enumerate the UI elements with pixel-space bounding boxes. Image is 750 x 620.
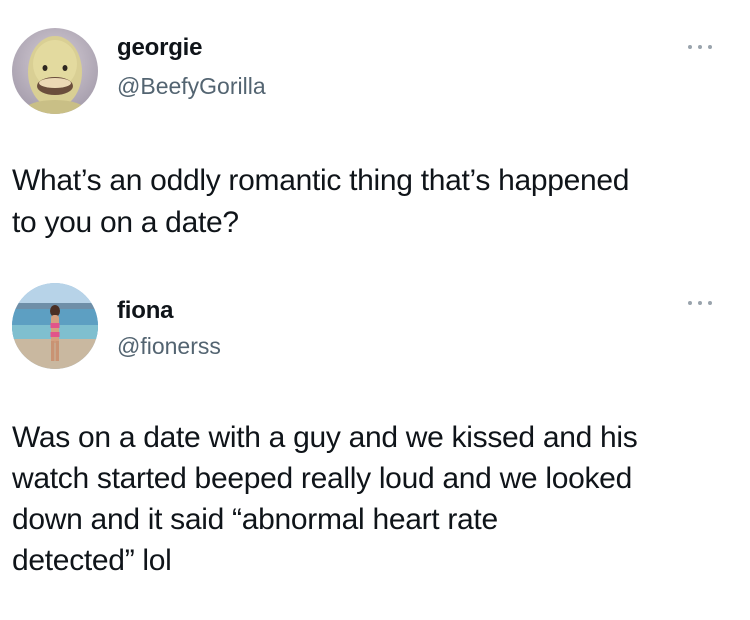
display-name[interactable]: georgie xyxy=(117,34,202,62)
more-dot xyxy=(688,301,692,305)
more-dot xyxy=(698,301,702,305)
avatar-image xyxy=(12,283,98,369)
tweet-text: What’s an oddly romantic thing that’s ha… xyxy=(12,164,630,239)
more-dot xyxy=(688,45,692,49)
more-dot xyxy=(708,301,712,305)
display-name[interactable]: fiona xyxy=(117,297,174,325)
beach-photo-avatar-icon[interactable] xyxy=(12,283,98,369)
tweet-text: Was on a date with a guy and we kissed a… xyxy=(12,421,638,577)
more-options-icon[interactable] xyxy=(688,298,712,308)
duck-face-avatar-icon[interactable] xyxy=(12,28,98,114)
avatar-image xyxy=(12,28,98,114)
more-dot xyxy=(698,45,702,49)
user-handle[interactable]: @BeefyGorilla xyxy=(117,72,266,100)
user-handle[interactable]: @fionerss xyxy=(117,332,221,360)
more-dot xyxy=(708,45,712,49)
more-options-icon[interactable] xyxy=(688,42,712,52)
